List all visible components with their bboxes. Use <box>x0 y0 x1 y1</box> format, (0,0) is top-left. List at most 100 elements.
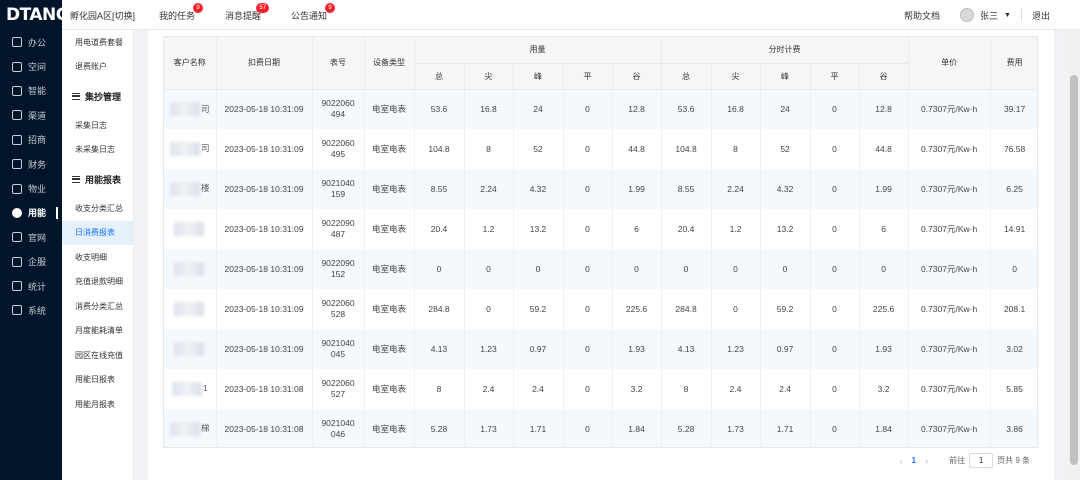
usage-cell: 0 <box>563 249 613 289</box>
tou-cell: 3.2 <box>859 369 909 409</box>
top-right: 帮助文档 张三 ▼ 退出 <box>904 0 1050 30</box>
messages-link[interactable]: 消息提醒 57 <box>225 2 270 22</box>
nav-icon <box>12 183 22 194</box>
meter-number: 9022060527 <box>321 378 355 399</box>
submenu-item[interactable]: 退费账户 <box>62 55 133 80</box>
tou-cell: 8 <box>711 129 761 169</box>
col-date: 扣费日期 <box>216 37 313 90</box>
col-price: 单价 <box>908 37 991 90</box>
date-cell: 2023-05-18 10:31:09 <box>216 289 313 329</box>
tou-cell: 0 <box>661 249 712 289</box>
table-row[interactable]: 楼 2023-05-18 10:31:09 9021040159 电室电表 8.55 2.… <box>164 169 1037 209</box>
submenu-item[interactable]: 月度能耗清单 <box>62 319 133 344</box>
usage-cell: 53.6 <box>414 89 465 129</box>
customer-cell <box>164 209 217 249</box>
submenu-item[interactable]: 充值退款明细 <box>62 270 133 295</box>
user-name[interactable]: 张三 <box>980 9 998 22</box>
nav-item-11[interactable]: 系统 <box>0 298 62 322</box>
customer-suffix: 楼 <box>200 183 210 194</box>
table-row[interactable]: 2023-05-18 10:31:09 9022090487 电室电表 20.4 1.2… <box>164 209 1037 249</box>
usage-cell: 12.8 <box>612 89 662 129</box>
scrollbar[interactable] <box>1068 30 1080 480</box>
nav-label: 智能 <box>28 86 47 97</box>
logout-link[interactable]: 退出 <box>1032 9 1050 22</box>
nav-icon <box>12 305 22 316</box>
tou-cell: 0 <box>810 89 860 129</box>
tou-cell: 0.97 <box>760 329 811 369</box>
usage-cell: 0 <box>612 249 662 289</box>
redacted-name <box>169 422 200 436</box>
meter-cell: 9022060495 <box>312 129 365 169</box>
table-row[interactable]: 2023-05-18 10:31:09 9021040045 电室电表 4.13 1.2… <box>164 329 1037 369</box>
submenu-item[interactable]: 收支明细 <box>62 245 133 270</box>
submenu-item[interactable]: 收支分类汇总 <box>62 196 133 221</box>
table-row[interactable]: 司 2023-05-18 10:31:09 9022060495 电室电表 104.8 8… <box>164 129 1037 169</box>
submenu-item[interactable]: 未采集日志 <box>62 138 133 163</box>
meter-cell: 9021040046 <box>312 409 365 447</box>
tou-cell: 1.73 <box>711 409 761 447</box>
col-tou: 分时计费 <box>661 37 909 64</box>
nav-item-6[interactable]: 物业 <box>0 176 62 200</box>
nav-item-4[interactable]: 招商 <box>0 128 62 152</box>
date-cell: 2023-05-18 10:31:09 <box>216 209 313 249</box>
nav-item-0[interactable]: 办公 <box>0 30 62 54</box>
meter-cell: 9022060528 <box>312 289 365 329</box>
submenu-item[interactable]: 日消费报表 <box>62 220 133 245</box>
table-row[interactable]: 2023-05-18 10:31:09 9022060528 电室电表 284.8 0 5… <box>164 289 1037 329</box>
redacted-name <box>169 102 200 117</box>
goto-label: 前往 <box>949 456 966 465</box>
usage-cell: 0 <box>513 249 564 289</box>
col-device: 设备类型 <box>364 37 415 90</box>
usage-cell: 59.2 <box>513 289 564 329</box>
customer-cell <box>164 289 217 329</box>
nav-item-3[interactable]: 渠道 <box>0 103 62 127</box>
avatar[interactable] <box>960 8 975 22</box>
nav-item-8[interactable]: 官网 <box>0 225 62 249</box>
help-docs-link[interactable]: 帮助文档 <box>904 9 940 22</box>
usage-cell: 52 <box>513 129 564 169</box>
meter-number: 9022060528 <box>321 298 355 319</box>
tou-cell: 8 <box>661 369 712 409</box>
nav-icon <box>12 281 22 292</box>
group-label: 用能报表 <box>85 174 122 185</box>
submenu-item[interactable]: 消费分类汇总 <box>62 294 133 319</box>
submenu-item[interactable]: 采集日志 <box>62 113 133 138</box>
usage-cell: 0 <box>464 249 514 289</box>
table-row[interactable]: 1 2023-05-18 10:31:08 9022060527 电室电表 8 2.4 2.… <box>164 369 1037 409</box>
notices-link[interactable]: 公告通知 9 <box>291 2 336 22</box>
table-row[interactable]: 2023-05-18 10:31:09 9022090152 电室电表 0 0 0 0 0 0 0… <box>164 249 1037 289</box>
nav-item-10[interactable]: 统计 <box>0 274 62 298</box>
next-page-button[interactable]: › <box>925 456 928 466</box>
date-cell: 2023-05-18 10:31:09 <box>216 89 313 129</box>
page-input[interactable]: 1 <box>969 453 994 468</box>
caret-down-icon[interactable]: ▼ <box>1004 12 1011 19</box>
nav-item-5[interactable]: 财务 <box>0 152 62 176</box>
table-row[interactable]: 梯 2023-05-18 10:31:08 9021040046 电室电表 5.28 1.… <box>164 409 1037 447</box>
submenu-item[interactable]: 用能月报表 <box>62 392 133 417</box>
nav-label: 统计 <box>28 281 47 292</box>
meter-cell: 9022060494 <box>312 89 365 129</box>
tou-cell: 44.8 <box>859 129 909 169</box>
table-row[interactable]: 司 2023-05-18 10:31:09 9022060494 电室电表 53.6 16… <box>164 89 1037 129</box>
my-tasks-link[interactable]: 我的任务 9 <box>159 2 204 22</box>
usage-cell: 1.99 <box>612 169 662 209</box>
nav-item-7[interactable]: 用能 <box>0 201 62 225</box>
price-cell: 0.7307元/Kw·h <box>908 409 991 447</box>
submenu-item[interactable]: 用能日报表 <box>62 368 133 393</box>
customer-cell: 司 <box>164 89 217 129</box>
top-nav: 孵化园A区[切换] 我的任务 9 消息提醒 57 公告通知 9 <box>70 0 351 30</box>
nav-item-1[interactable]: 空间 <box>0 54 62 78</box>
nav-item-2[interactable]: 智能 <box>0 79 62 103</box>
usage-cell: 0 <box>414 249 465 289</box>
park-switch[interactable]: 孵化园A区[切换] <box>70 9 135 22</box>
tou-cell: 1.2 <box>711 209 761 249</box>
tou-cell: 8.55 <box>661 169 712 209</box>
scrollbar-thumb[interactable] <box>1070 75 1078 465</box>
submenu-item[interactable]: 园区在线充值 <box>62 343 133 368</box>
page-number[interactable]: 1 <box>912 456 916 465</box>
prev-page-button[interactable]: ‹ <box>900 456 903 466</box>
nav-item-9[interactable]: 企服 <box>0 250 62 274</box>
meter-number: 9022060494 <box>321 98 355 120</box>
submenu-item[interactable]: 用电道费套餐 <box>62 30 133 55</box>
device-cell: 电室电表 <box>364 129 415 169</box>
